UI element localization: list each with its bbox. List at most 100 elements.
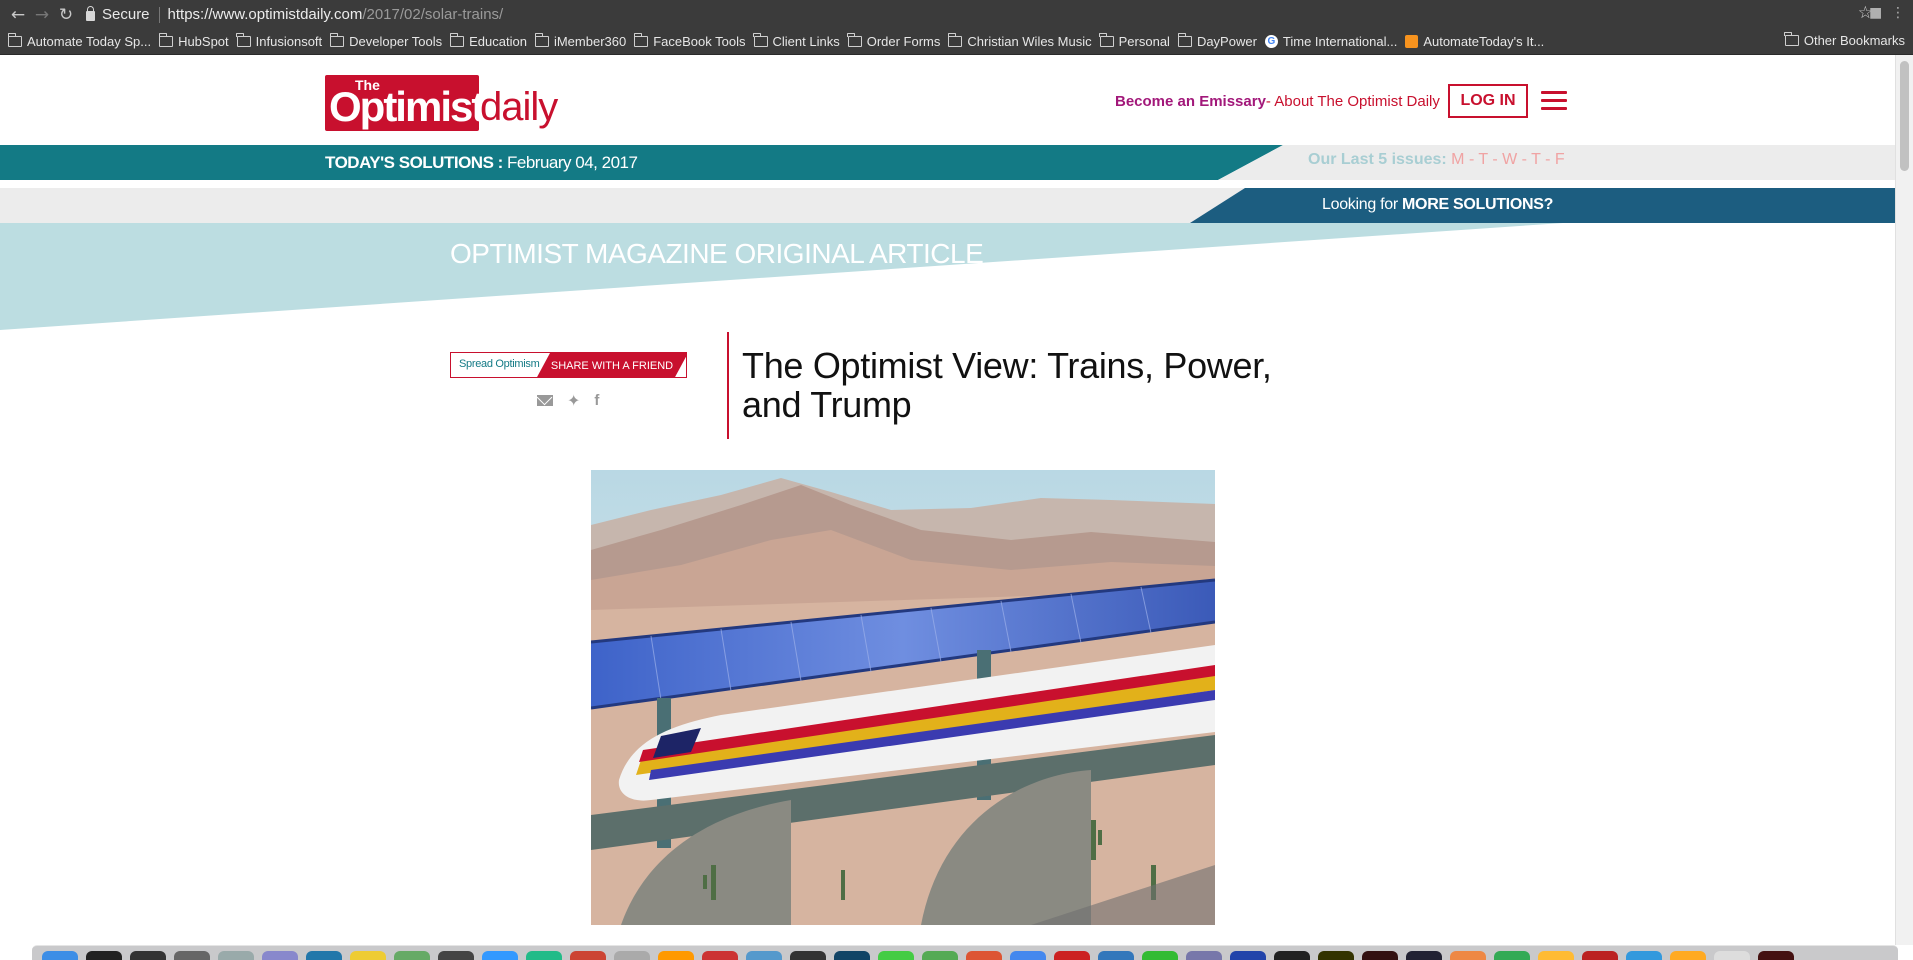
- bookmark-item[interactable]: Order Forms: [847, 33, 941, 49]
- dock-app-icon[interactable]: [922, 951, 958, 960]
- bookmark-item[interactable]: Infusionsoft: [236, 33, 323, 49]
- hamburger-menu-icon[interactable]: [1541, 91, 1567, 111]
- folder-icon: [7, 33, 22, 47]
- bookmark-label: Infusionsoft: [255, 34, 323, 49]
- bookmark-item[interactable]: HubSpot: [158, 33, 229, 49]
- dock-app-icon[interactable]: [262, 951, 298, 960]
- other-bookmarks[interactable]: Other Bookmarks: [1784, 32, 1905, 48]
- dock-app-icon[interactable]: [1582, 951, 1618, 960]
- folder-icon: [158, 33, 174, 47]
- dock-app-icon[interactable]: [1318, 951, 1354, 960]
- hero-image-solar-train: [591, 470, 1215, 925]
- dock-app-icon[interactable]: [1230, 951, 1266, 960]
- url-separator: [158, 6, 160, 23]
- dock-app-icon[interactable]: [1362, 951, 1398, 960]
- menu-dots-icon[interactable]: ⋮: [1891, 5, 1907, 21]
- dock-app-icon[interactable]: [1098, 951, 1134, 960]
- dock-app-icon[interactable]: [658, 951, 694, 960]
- dock-app-icon[interactable]: [1142, 951, 1178, 960]
- bookmark-item[interactable]: Automate Today Sp...: [7, 33, 152, 49]
- scroll-thumb[interactable]: [1900, 61, 1909, 171]
- reload-button[interactable]: ↻: [54, 3, 78, 27]
- bookmark-item[interactable]: Education: [449, 33, 527, 49]
- login-button[interactable]: LOG IN: [1448, 84, 1528, 118]
- bookmark-item[interactable]: DayPower: [1177, 33, 1257, 49]
- dock-app-icon[interactable]: [702, 951, 738, 960]
- dock-app-icon[interactable]: [306, 951, 342, 960]
- page-scrollbar[interactable]: [1895, 55, 1913, 945]
- bookmark-item[interactable]: Developer Tools: [329, 33, 443, 49]
- rss-icon: [1405, 35, 1419, 48]
- dock-app-icon[interactable]: [1758, 951, 1794, 960]
- dock-app-icon[interactable]: [1186, 951, 1222, 960]
- dock-app-icon[interactable]: [966, 951, 1002, 960]
- dock-app-icon[interactable]: [1406, 951, 1442, 960]
- share-with-friend-button[interactable]: SHARE WITH A FRIEND: [536, 353, 686, 377]
- dock-app-icon[interactable]: [1626, 951, 1662, 960]
- last-issues-label: Our Last 5 issues:: [1308, 151, 1452, 168]
- bookmark-label: Time International...: [1282, 34, 1398, 49]
- dock-app-icon[interactable]: [570, 951, 606, 960]
- todays-solutions[interactable]: TODAY'S SOLUTIONS : February 04, 2017: [325, 153, 638, 173]
- bookmark-item[interactable]: AutomateToday's It...: [1405, 34, 1544, 49]
- back-button[interactable]: ←: [6, 3, 30, 27]
- dock-app-icon[interactable]: [1054, 951, 1090, 960]
- site-logo[interactable]: The Optimist daily: [325, 75, 558, 131]
- more-prefix: Looking for: [1322, 196, 1403, 213]
- dock-app-icon[interactable]: [1010, 951, 1046, 960]
- dock-app-icon[interactable]: [746, 951, 782, 960]
- emissary-link[interactable]: Become an Emissary: [1115, 93, 1266, 110]
- dock-app-icon[interactable]: [1538, 951, 1574, 960]
- bookmark-label: Education: [469, 34, 527, 49]
- lock-icon: [86, 5, 95, 21]
- bookmark-label: Automate Today Sp...: [27, 34, 152, 49]
- folder-icon: [1784, 32, 1799, 46]
- logo-optimist: Optimist: [329, 83, 485, 130]
- bookmark-item[interactable]: iMember360: [534, 33, 626, 49]
- url-path: /2017/02/solar-trains/: [362, 6, 504, 23]
- spread-optimism-label: Spread Optimism: [459, 358, 540, 370]
- dock-app-icon[interactable]: [878, 951, 914, 960]
- bookmark-item[interactable]: FaceBook Tools: [633, 33, 746, 49]
- mail-icon[interactable]: [537, 395, 553, 406]
- bookmark-item[interactable]: Christian Wiles Music: [947, 33, 1092, 49]
- issue-days-links[interactable]: M - T - W - T - F: [1451, 151, 1564, 168]
- bookmark-item[interactable]: G Time International...: [1264, 34, 1398, 49]
- dock-app-icon[interactable]: [1450, 951, 1486, 960]
- forward-button[interactable]: →: [30, 3, 54, 27]
- bookmark-item[interactable]: Personal: [1099, 33, 1170, 49]
- dock-app-icon[interactable]: [174, 951, 210, 960]
- dock-app-icon[interactable]: [1494, 951, 1530, 960]
- bookmark-label: Order Forms: [866, 34, 941, 49]
- twitter-icon[interactable]: ✦: [567, 391, 580, 410]
- dock-app-icon[interactable]: [86, 951, 122, 960]
- facebook-icon[interactable]: f: [594, 392, 599, 409]
- dock-app-icon[interactable]: [350, 951, 386, 960]
- dock-app-icon[interactable]: [394, 951, 430, 960]
- article-category-label: OPTIMIST MAGAZINE ORIGINAL ARTICLE: [450, 238, 984, 269]
- bookmark-label: Developer Tools: [349, 34, 443, 49]
- dock-app-icon[interactable]: [614, 951, 650, 960]
- bookmark-label: Other Bookmarks: [1803, 33, 1905, 48]
- dock-app-icon[interactable]: [130, 951, 166, 960]
- more-bold: MORE SOLUTIONS?: [1402, 196, 1554, 213]
- dock-app-icon[interactable]: [482, 951, 518, 960]
- dock-app-icon[interactable]: [1714, 951, 1750, 960]
- dock-app-icon[interactable]: [42, 951, 78, 960]
- about-link[interactable]: - About The Optimist Daily: [1266, 93, 1440, 110]
- dock-app-icon[interactable]: [1274, 951, 1310, 960]
- dock-app-icon[interactable]: [834, 951, 870, 960]
- folder-icon: [947, 33, 963, 47]
- dock-app-icon[interactable]: [438, 951, 474, 960]
- bookmark-item[interactable]: Client Links: [753, 33, 840, 49]
- extension-icon[interactable]: ■: [1869, 5, 1885, 21]
- bookmark-label: FaceBook Tools: [653, 34, 746, 49]
- folder-icon: [1099, 33, 1114, 47]
- dock-app-icon[interactable]: [218, 951, 254, 960]
- address-bar[interactable]: Secure https://www.optimistdaily.com/201…: [86, 3, 1826, 26]
- more-solutions-link[interactable]: Looking for MORE SOLUTIONS?: [1322, 196, 1553, 214]
- dock-app-icon[interactable]: [526, 951, 562, 960]
- folder-icon: [1177, 33, 1192, 47]
- dock-app-icon[interactable]: [1670, 951, 1706, 960]
- dock-app-icon[interactable]: [790, 951, 826, 960]
